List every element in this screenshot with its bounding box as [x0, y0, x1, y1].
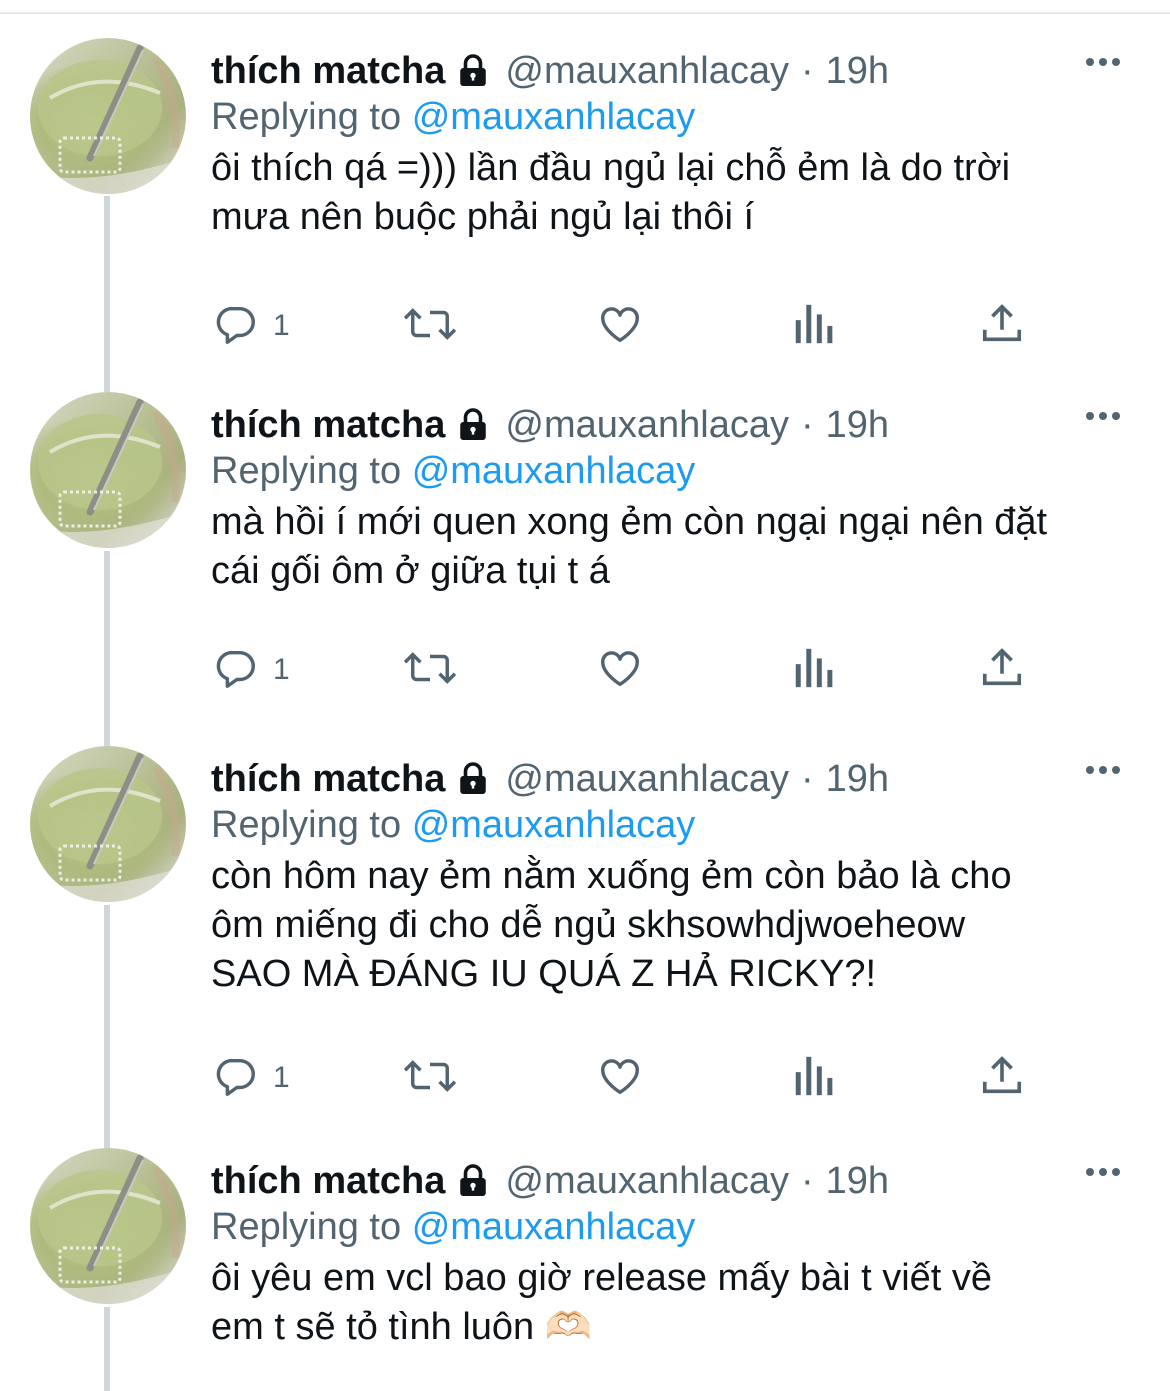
- replying-prefix: Replying to: [211, 804, 402, 846]
- retweet-button[interactable]: [401, 642, 459, 698]
- more-icon[interactable]: [1086, 1168, 1120, 1176]
- mention-link[interactable]: @mauxanhlacay: [412, 96, 696, 138]
- replying-to: Replying to @mauxanhlacay: [211, 804, 695, 847]
- thread-line: [104, 551, 110, 747]
- retweet-icon: [401, 1053, 459, 1104]
- display-name[interactable]: thích matcha: [211, 1160, 445, 1203]
- lock-icon: [455, 1163, 491, 1199]
- action-bar: 1: [211, 1050, 1091, 1106]
- share-icon: [979, 301, 1025, 352]
- retweet-icon: [401, 301, 459, 352]
- reply-count: 1: [273, 1061, 290, 1094]
- tweet-header: thích matcha @mauxanhlacay · 19h: [211, 754, 889, 804]
- action-bar: 1: [211, 298, 1091, 354]
- more-icon[interactable]: [1086, 58, 1120, 66]
- replying-to: Replying to @mauxanhlacay: [211, 96, 695, 139]
- replying-to: Replying to @mauxanhlacay: [211, 1206, 695, 1249]
- avatar[interactable]: [30, 38, 186, 194]
- matcha-glass-image: [30, 44, 186, 194]
- tweet-text: còn hôm nay ẻm nằm xuống ẻm còn bảo là c…: [211, 855, 1012, 995]
- analytics-icon: [791, 645, 835, 696]
- mention-link[interactable]: @mauxanhlacay: [412, 804, 696, 846]
- reply-button[interactable]: 1: [213, 298, 290, 354]
- share-icon: [979, 645, 1025, 696]
- lock-icon: [455, 761, 491, 797]
- tweet-text: ôi thích qá =))) lần đầu ngủ lại chỗ ẻm …: [211, 147, 1011, 238]
- replying-prefix: Replying to: [211, 450, 402, 492]
- share-icon: [979, 1053, 1025, 1104]
- timestamp[interactable]: 19h: [826, 404, 889, 447]
- user-handle[interactable]: @mauxanhlacay: [505, 404, 789, 447]
- thread-line: [104, 905, 110, 1152]
- analytics-icon: [791, 301, 835, 352]
- retweet-icon: [401, 645, 459, 696]
- reply-count: 1: [273, 653, 290, 686]
- mention-link[interactable]: @mauxanhlacay: [412, 450, 696, 492]
- display-name[interactable]: thích matcha: [211, 50, 445, 93]
- analytics-icon: [791, 1053, 835, 1104]
- thread-line: [104, 196, 110, 392]
- like-icon: [595, 1053, 645, 1104]
- retweet-button[interactable]: [401, 1050, 459, 1106]
- matcha-glass-image: [30, 1154, 186, 1304]
- separator-dot: ·: [801, 1159, 814, 1202]
- display-name[interactable]: thích matcha: [211, 404, 445, 447]
- replying-prefix: Replying to: [211, 1206, 402, 1248]
- more-icon[interactable]: [1086, 412, 1120, 420]
- like-button[interactable]: [595, 642, 645, 698]
- user-handle[interactable]: @mauxanhlacay: [505, 1160, 789, 1203]
- like-icon: [595, 301, 645, 352]
- mention-link[interactable]: @mauxanhlacay: [412, 1206, 696, 1248]
- separator-dot: ·: [801, 49, 814, 92]
- timestamp[interactable]: 19h: [826, 50, 889, 93]
- share-button[interactable]: [979, 642, 1025, 698]
- like-button[interactable]: [595, 298, 645, 354]
- more-icon[interactable]: [1086, 766, 1120, 774]
- tweet-text: ôi yêu em vcl bao giờ release mấy bài t …: [211, 1257, 993, 1348]
- replying-prefix: Replying to: [211, 96, 402, 138]
- separator-dot: ·: [801, 757, 814, 800]
- timestamp[interactable]: 19h: [826, 1160, 889, 1203]
- lock-icon: [455, 407, 491, 443]
- replying-to: Replying to @mauxanhlacay: [211, 450, 695, 493]
- like-icon: [595, 645, 645, 696]
- avatar[interactable]: [30, 746, 186, 902]
- action-bar: 1: [211, 642, 1091, 698]
- timestamp[interactable]: 19h: [826, 758, 889, 801]
- user-handle[interactable]: @mauxanhlacay: [505, 50, 789, 93]
- analytics-button[interactable]: [791, 298, 835, 354]
- matcha-glass-image: [30, 752, 186, 902]
- tweet-header: thích matcha @mauxanhlacay · 19h: [211, 46, 889, 96]
- retweet-button[interactable]: [401, 298, 459, 354]
- reply-button[interactable]: 1: [213, 642, 290, 698]
- user-handle[interactable]: @mauxanhlacay: [505, 758, 789, 801]
- reply-icon: [213, 645, 259, 696]
- analytics-button[interactable]: [791, 642, 835, 698]
- thread-line: [104, 1307, 110, 1391]
- tweet-header: thích matcha @mauxanhlacay · 19h: [211, 1156, 889, 1206]
- avatar[interactable]: [30, 392, 186, 548]
- lock-icon: [455, 53, 491, 89]
- tweet-header: thích matcha @mauxanhlacay · 19h: [211, 400, 889, 450]
- reply-icon: [213, 1053, 259, 1104]
- display-name[interactable]: thích matcha: [211, 758, 445, 801]
- reply-count: 1: [273, 309, 290, 342]
- share-button[interactable]: [979, 298, 1025, 354]
- matcha-glass-image: [30, 398, 186, 548]
- tweet-text: mà hồi í mới quen xong ẻm còn ngại ngại …: [211, 501, 1048, 592]
- avatar[interactable]: [30, 1148, 186, 1304]
- like-button[interactable]: [595, 1050, 645, 1106]
- separator-dot: ·: [801, 403, 814, 446]
- share-button[interactable]: [979, 1050, 1025, 1106]
- reply-button[interactable]: 1: [213, 1050, 290, 1106]
- analytics-button[interactable]: [791, 1050, 835, 1106]
- top-divider: [0, 12, 1170, 14]
- reply-icon: [213, 301, 259, 352]
